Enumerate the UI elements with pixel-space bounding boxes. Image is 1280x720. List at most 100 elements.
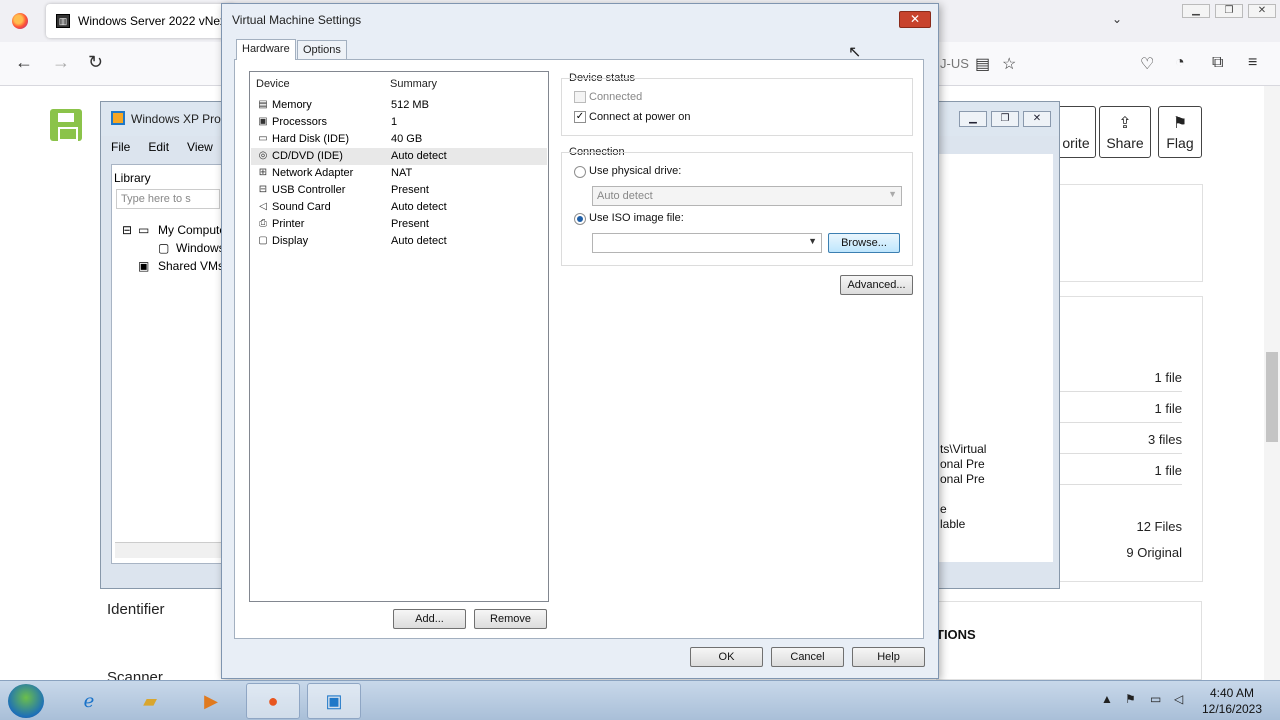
menu-file[interactable]: File: [111, 140, 130, 160]
firefox-icon: [12, 13, 28, 29]
device-row-usb-controller[interactable]: ⊟ USB Controller Present: [251, 182, 547, 199]
vmware-maximize-icon[interactable]: ❐: [991, 111, 1019, 127]
browse-button[interactable]: Browse...: [828, 233, 900, 253]
device-row-cd-dvd[interactable]: ◎ CD/DVD (IDE) Auto detect: [251, 148, 547, 165]
vmware-title: Windows XP Profe: [131, 112, 231, 126]
library-title: Library: [114, 171, 151, 185]
reload-icon[interactable]: ↻: [88, 52, 103, 73]
clock-time: 4:40 AM: [1209, 686, 1255, 700]
volume-muted-icon[interactable]: ◁: [1174, 692, 1183, 706]
file-explorer-icon[interactable]: ▰: [123, 683, 177, 719]
file-count: 3 files: [1060, 432, 1182, 454]
close-icon[interactable]: ✕: [1248, 4, 1276, 18]
vmware-minimize-icon[interactable]: ▁: [959, 111, 987, 127]
device-row-hard-disk[interactable]: ▭ Hard Disk (IDE) 40 GB: [251, 131, 547, 148]
action-center-icon[interactable]: ⚑: [1125, 692, 1136, 706]
vmware-close-icon[interactable]: ✕: [1023, 111, 1051, 127]
network-icon[interactable]: ▭: [1150, 692, 1161, 706]
bookmark-star-icon[interactable]: ☆: [1002, 54, 1016, 74]
processor-icon: ▣: [258, 116, 268, 127]
vmware-logo-icon: [111, 111, 125, 125]
display-icon: ▢: [258, 235, 268, 246]
device-row-printer[interactable]: ⎙ Printer Present: [251, 216, 547, 233]
device-row-display[interactable]: ▢ Display Auto detect: [251, 233, 547, 250]
favorite-button[interactable]: orite: [1056, 106, 1096, 158]
url-text[interactable]: J-US: [940, 56, 969, 71]
device-name: CD/DVD (IDE): [272, 150, 343, 162]
connected-checkbox[interactable]: [574, 91, 586, 103]
help-button[interactable]: Help: [852, 647, 925, 667]
save-icon[interactable]: [50, 109, 82, 141]
device-row-sound-card[interactable]: ◁ Sound Card Auto detect: [251, 199, 547, 216]
cd-dvd-icon: ◎: [258, 150, 268, 161]
device-name: Network Adapter: [272, 167, 354, 179]
device-summary: 1: [391, 116, 398, 128]
dialog-close-icon[interactable]: ✕: [899, 11, 931, 28]
device-column-header[interactable]: Device: [256, 78, 290, 90]
share-icon: ⇪: [1118, 115, 1132, 132]
share-button[interactable]: ⇪ Share: [1099, 106, 1151, 158]
internet-explorer-icon[interactable]: ℯ: [62, 683, 116, 719]
flag-button[interactable]: ⚑ Flag: [1158, 106, 1202, 158]
device-summary: Auto detect: [391, 235, 447, 247]
device-name: Processors: [272, 116, 328, 128]
menu-icon[interactable]: ≡: [1248, 54, 1257, 72]
remove-button[interactable]: Remove: [474, 609, 547, 629]
tree-item-my-computer[interactable]: My Computer: [158, 223, 230, 237]
device-row-memory[interactable]: ▤ Memory 512 MB: [251, 97, 547, 114]
system-clock[interactable]: 4:40 AM 12/16/2023: [1200, 685, 1264, 717]
start-button[interactable]: [8, 684, 44, 718]
vmware-taskbar-icon[interactable]: ▣: [307, 683, 361, 719]
library-search-input[interactable]: Type here to s: [116, 189, 220, 209]
page-scrollbar-thumb[interactable]: [1266, 352, 1278, 442]
account-icon[interactable]: ◔: [1175, 54, 1185, 72]
extensions-icon[interactable]: ⧉: [1212, 54, 1223, 72]
flag-label: Flag: [1166, 135, 1194, 151]
minimize-icon[interactable]: ▁: [1182, 4, 1210, 18]
device-row-network-adapter[interactable]: ⊞ Network Adapter NAT: [251, 165, 547, 182]
iso-path-input[interactable]: ▼: [592, 233, 822, 253]
cancel-button[interactable]: Cancel: [771, 647, 844, 667]
speaker-icon: ◁: [259, 201, 267, 212]
menu-edit[interactable]: Edit: [148, 140, 169, 160]
tab-favicon-icon: ▥: [56, 14, 70, 28]
path-fragment: onal Pre: [940, 457, 985, 471]
connect-power-on-label: Connect at power on: [589, 111, 691, 123]
tab-list-dropdown-icon[interactable]: ⌄: [1112, 12, 1122, 26]
info-card: [1058, 184, 1203, 282]
advanced-button[interactable]: Advanced...: [840, 275, 913, 295]
browser-tab[interactable]: ▥ Windows Server 2022 vNext: [46, 4, 236, 38]
summary-column-header[interactable]: Summary: [390, 78, 437, 90]
pocket-icon[interactable]: ♡: [1140, 54, 1154, 74]
back-icon[interactable]: ←: [15, 52, 33, 73]
tree-item-shared-vms[interactable]: Shared VMs: [158, 259, 224, 273]
chevron-down-icon[interactable]: ▼: [808, 236, 817, 246]
tree-collapse-icon[interactable]: ⊟: [122, 223, 132, 237]
device-row-processors[interactable]: ▣ Processors 1: [251, 114, 547, 131]
original-summary: 9 Original: [1126, 545, 1182, 560]
library-hscrollbar[interactable]: [115, 542, 223, 558]
device-name: Hard Disk (IDE): [272, 133, 350, 145]
menu-view[interactable]: View: [187, 140, 213, 160]
tree-item-windows[interactable]: Windows: [176, 241, 225, 255]
file-count: 1 file: [1060, 370, 1182, 392]
ok-button[interactable]: OK: [690, 647, 763, 667]
device-name: USB Controller: [272, 184, 346, 196]
reader-view-icon[interactable]: ▤: [975, 54, 990, 74]
tab-hardware[interactable]: Hardware: [236, 39, 296, 60]
show-hidden-icons-icon[interactable]: ▲: [1101, 692, 1113, 706]
use-physical-drive-radio[interactable]: [574, 166, 586, 178]
use-iso-image-radio[interactable]: [574, 213, 586, 225]
forward-icon[interactable]: →: [52, 52, 70, 73]
firefox-taskbar-icon[interactable]: ●: [246, 683, 300, 719]
device-status-group: [561, 78, 913, 136]
device-list-header: Device Summary: [250, 72, 548, 94]
restore-icon[interactable]: ❐: [1215, 4, 1243, 18]
media-player-icon[interactable]: ▶: [184, 683, 238, 719]
use-iso-image-label: Use ISO image file:: [589, 212, 684, 224]
physical-drive-select[interactable]: Auto detect ▼: [592, 186, 902, 206]
hard-disk-icon: ▭: [258, 133, 268, 144]
connect-power-on-checkbox[interactable]: ✓: [574, 111, 586, 123]
tab-options[interactable]: Options: [297, 40, 347, 60]
add-button[interactable]: Add...: [393, 609, 466, 629]
